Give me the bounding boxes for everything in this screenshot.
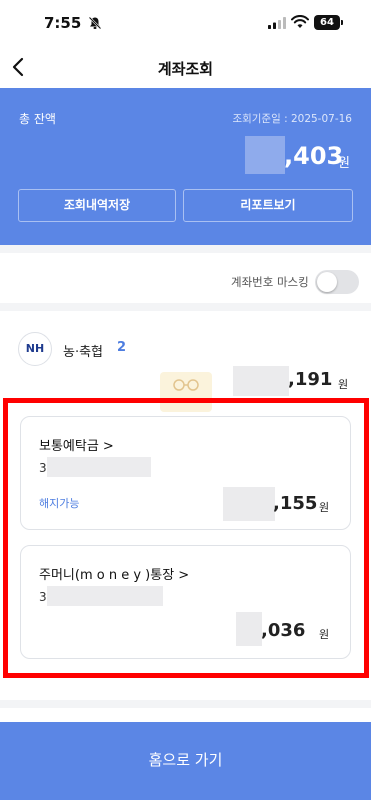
account-card[interactable]: 주머니(m o n e y )통장 > 3 ,036 원 [20, 545, 351, 659]
masked-amount [245, 136, 285, 174]
battery-indicator: 64 [314, 15, 340, 30]
currency-label: 원 [338, 156, 350, 171]
view-report-button[interactable]: 리포트보기 [183, 189, 353, 222]
account-balance: ,155 [273, 493, 318, 514]
wifi-icon [291, 15, 309, 28]
glasses-icon [173, 379, 199, 391]
status-time: 7:55 [44, 14, 82, 32]
account-name: 주머니(m o n e y )통장 > [39, 568, 190, 583]
currency-label: 원 [319, 501, 330, 514]
account-balance: ,036 [261, 620, 306, 641]
balance-summary: 총 잔액 조회기준일 : 2025-07-16 ,403 원 조회내역저장 리포… [0, 88, 371, 245]
bank-total-amount: ,191 [288, 369, 333, 390]
bank-logo: NH [18, 332, 52, 366]
masked-account-number [47, 457, 151, 477]
go-home-button[interactable]: 홈으로 가기 [0, 722, 371, 800]
account-number: 3 [39, 461, 47, 475]
page-title: 계좌조회 [157, 60, 214, 78]
battery-nub [341, 20, 343, 25]
account-count: 2 [117, 340, 127, 355]
currency-label: 원 [319, 628, 330, 641]
masked-amount [223, 487, 275, 521]
account-name: 보통예탁금 > [39, 439, 114, 454]
masked-amount [236, 612, 262, 646]
cancel-available-link[interactable]: 해지가능 [39, 495, 79, 511]
query-date: 조회기준일 : 2025-07-16 [232, 113, 352, 125]
masked-amount [233, 366, 289, 396]
bank-name[interactable]: 농·축협 [63, 341, 103, 360]
account-number: 3 [39, 590, 47, 604]
status-bar: 7:55 64 [0, 0, 371, 46]
signal-icon [268, 17, 286, 29]
currency-label: 원 [338, 378, 349, 391]
toggle-knob [317, 272, 337, 292]
total-balance-amount: ,403 [284, 142, 344, 170]
total-balance-label: 총 잔액 [19, 112, 56, 126]
divider [0, 245, 371, 253]
masking-label: 계좌번호 마스킹 [231, 275, 309, 289]
bell-muted-icon [88, 16, 102, 30]
nav-bar: 계좌조회 [0, 46, 371, 88]
divider [0, 303, 371, 311]
masked-account-number [47, 586, 163, 606]
masking-toggle[interactable] [315, 270, 359, 294]
divider [0, 700, 371, 708]
account-card[interactable]: 보통예탁금 > 3 해지가능 ,155 원 [20, 416, 351, 530]
save-history-button[interactable]: 조회내역저장 [18, 189, 176, 222]
